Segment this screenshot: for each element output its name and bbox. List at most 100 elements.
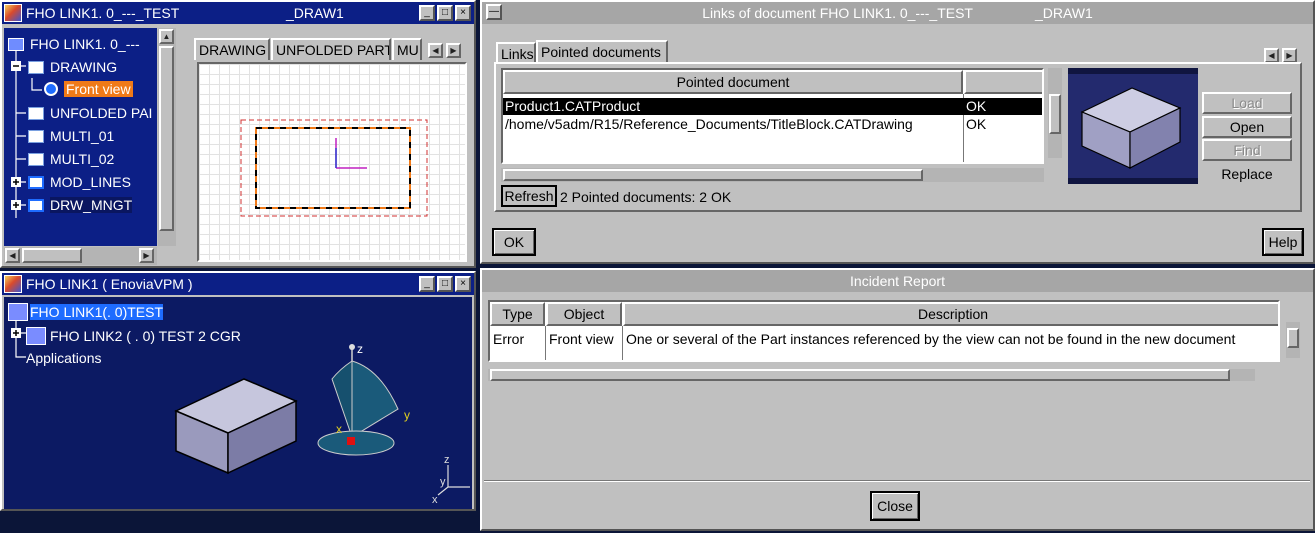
table-row[interactable]: Error Front view One or several of the P…: [490, 331, 1278, 351]
tree-horizontal-scrollbar[interactable]: ◀ ▶: [4, 247, 157, 265]
close-icon[interactable]: ×: [455, 5, 471, 21]
scroll-thumb[interactable]: [490, 369, 1230, 381]
column-header-type[interactable]: Type: [490, 302, 545, 326]
tree-node-root[interactable]: FHO LINK1. 0_---: [8, 36, 140, 52]
system-menu-icon[interactable]: [4, 275, 22, 293]
scroll-thumb[interactable]: [1287, 328, 1299, 348]
ok-button[interactable]: OK: [492, 228, 536, 256]
product-icon: [8, 303, 28, 321]
axis-triad-icon: z y x: [432, 455, 470, 505]
tree-node-drw-mngt[interactable]: DRW_MNGT: [28, 197, 133, 213]
links-dialog: — Links of document FHO LINK1. 0_---_TES…: [480, 0, 1315, 264]
refresh-button[interactable]: Refresh: [501, 185, 557, 207]
front-view-geometry: [240, 119, 428, 217]
3d-part-box: [174, 378, 298, 475]
links-tabs: Links Pointed documents: [496, 40, 696, 62]
tab-unfolded-part[interactable]: UNFOLDED PART: [271, 38, 391, 60]
scroll-right-icon[interactable]: ▶: [139, 248, 154, 263]
incident-vertical-scrollbar[interactable]: [1286, 322, 1300, 358]
3d-viewer[interactable]: FHO LINK1(. 0)TEST FHO LINK2 ( . 0) TEST…: [4, 297, 472, 509]
minimize-icon[interactable]: _: [419, 276, 435, 292]
system-menu-icon[interactable]: —: [486, 4, 502, 20]
table-row[interactable]: Product1.CATProduct OK: [503, 98, 1042, 115]
load-button[interactable]: Load: [1202, 92, 1292, 114]
spec-tree-panel[interactable]: FHO LINK1. 0_--- DRAWING Front view UNFO…: [4, 28, 157, 246]
tab-multi[interactable]: MUI: [392, 38, 422, 60]
tab-pointed-documents[interactable]: Pointed documents: [536, 40, 668, 62]
incident-table[interactable]: Type Object Description Error Front view…: [488, 300, 1280, 362]
maximize-icon[interactable]: □: [437, 5, 453, 21]
tab-scroll-right-icon[interactable]: ▶: [446, 43, 461, 58]
tree-node-unfolded[interactable]: UNFOLDED PAI: [28, 105, 152, 121]
pointed-documents-summary: 2 Pointed documents: 2 OK: [560, 189, 732, 205]
table-row[interactable]: /home/v5adm/R15/Reference_Documents/Titl…: [503, 116, 1042, 133]
incident-horizontal-scrollbar[interactable]: [488, 369, 1255, 381]
tree-node-multi-02[interactable]: MULTI_02: [28, 151, 114, 167]
axis-z-label: z: [444, 455, 450, 466]
cell-object: Front view: [549, 331, 614, 347]
close-icon[interactable]: ×: [455, 276, 471, 292]
tree-vertical-scrollbar[interactable]: ▲: [158, 28, 176, 246]
table-vertical-scrollbar[interactable]: [1048, 68, 1062, 158]
product-node-link1[interactable]: FHO LINK1(. 0)TEST: [8, 303, 164, 321]
tab-scroll-right-icon[interactable]: ▶: [1282, 48, 1297, 63]
find-button[interactable]: Find: [1202, 139, 1292, 161]
column-header-object[interactable]: Object: [546, 302, 622, 326]
scroll-thumb[interactable]: [503, 169, 923, 181]
drawing-window-title-suffix: _DRAW1: [286, 5, 344, 21]
help-button[interactable]: Help: [1262, 228, 1304, 256]
tree-node-mod-lines[interactable]: MOD_LINES: [28, 174, 131, 190]
scroll-left-icon[interactable]: ◀: [5, 248, 20, 263]
sheet-tabs: DRAWING UNFOLDED PART MUI ◀ ▶: [194, 38, 474, 60]
maximize-icon[interactable]: □: [437, 276, 453, 292]
cell-status: OK: [966, 98, 987, 114]
tree-node-front-view[interactable]: Front view: [44, 81, 133, 97]
detail-sheet-icon: [28, 175, 44, 189]
sheet-icon: [28, 106, 44, 120]
product-window: FHO LINK1 ( EnoviaVPM ) _ □ × FHO LINK1(…: [0, 271, 476, 511]
pointed-documents-table[interactable]: Pointed document Product1.CATProduct OK …: [501, 68, 1044, 164]
compass-icon: z y x: [317, 342, 410, 456]
tab-scroll-left-icon[interactable]: ◀: [428, 43, 443, 58]
drawing-window-titlebar[interactable]: FHO LINK1. 0_---_TEST _DRAW1 _ □ ×: [2, 2, 474, 24]
product-node-link2[interactable]: FHO LINK2 ( . 0) TEST 2 CGR: [26, 327, 241, 345]
scroll-up-icon[interactable]: ▲: [159, 29, 174, 44]
drawing-window-title: FHO LINK1. 0_---_TEST: [26, 5, 180, 21]
compass-x-label: x: [336, 422, 342, 436]
scroll-thumb[interactable]: [159, 46, 174, 231]
close-button[interactable]: Close: [870, 491, 920, 521]
links-dialog-title: Links of document FHO LINK1. 0_---_TEST …: [702, 5, 1093, 21]
links-dialog-titlebar[interactable]: — Links of document FHO LINK1. 0_---_TES…: [482, 2, 1313, 24]
column-header-status[interactable]: [964, 70, 1042, 94]
system-menu-icon[interactable]: [4, 4, 22, 22]
scroll-thumb[interactable]: [1049, 94, 1061, 134]
tab-drawing[interactable]: DRAWING: [194, 38, 270, 60]
tab-links[interactable]: Links: [496, 42, 536, 62]
sheet-icon: [28, 60, 44, 74]
product-window-title: FHO LINK1 ( EnoviaVPM ): [26, 276, 193, 292]
table-horizontal-scrollbar[interactable]: [501, 168, 1044, 182]
column-header-pointed-document[interactable]: Pointed document: [503, 70, 963, 94]
cell-document: /home/v5adm/R15/Reference_Documents/Titl…: [505, 116, 913, 132]
minimize-icon[interactable]: _: [419, 5, 435, 21]
incident-dialog-title: Incident Report: [850, 273, 945, 289]
detail-sheet-icon: [28, 198, 44, 212]
product-window-titlebar[interactable]: FHO LINK1 ( EnoviaVPM ) _ □ ×: [2, 273, 474, 295]
incident-dialog-titlebar[interactable]: Incident Report: [482, 270, 1313, 292]
scroll-thumb[interactable]: [22, 248, 82, 263]
sheet-icon: [28, 129, 44, 143]
open-button[interactable]: Open: [1202, 116, 1292, 138]
column-header-description[interactable]: Description: [623, 302, 1278, 326]
tab-scroll-left-icon[interactable]: ◀: [1264, 48, 1279, 63]
tree-node-drawing[interactable]: DRAWING: [28, 59, 117, 75]
document-preview: [1068, 68, 1198, 184]
cell-type: Error: [493, 331, 525, 347]
drawing-canvas[interactable]: [197, 62, 467, 262]
tree-node-multi-01[interactable]: MULTI_01: [28, 128, 114, 144]
compass-z-label: z: [357, 342, 363, 356]
product-icon: [26, 327, 46, 345]
replace-button[interactable]: Replace: [1202, 163, 1292, 185]
view-icon: [44, 82, 58, 96]
product-node-applications[interactable]: Applications: [26, 350, 102, 366]
cell-description: One or several of the Part instances ref…: [626, 331, 1236, 347]
